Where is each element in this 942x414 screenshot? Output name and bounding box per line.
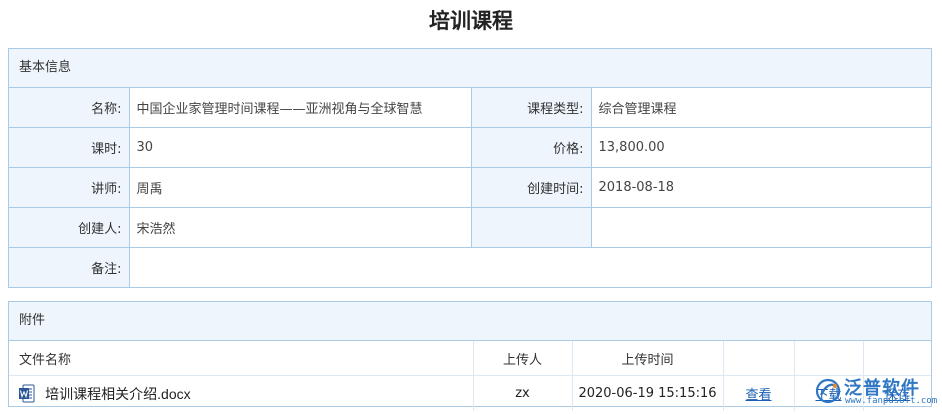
- info-row: 讲师: 周禹 创建时间: 2018-08-18: [9, 167, 931, 208]
- info-row: 备注:: [9, 247, 931, 287]
- column-uploader: 上传人: [473, 341, 573, 376]
- word-doc-icon: [19, 384, 35, 403]
- attachment-header: 附件: [9, 302, 931, 341]
- info-row: 名称: 中国企业家管理时间课程——亚洲视角与全球智慧 课程类型: 综合管理课程: [9, 88, 931, 128]
- created-time-label: 创建时间:: [471, 167, 592, 208]
- course-type-label: 课程类型:: [471, 88, 592, 128]
- download-link[interactable]: 下载: [815, 388, 841, 403]
- info-row: 创建人: 宋浩然: [9, 207, 931, 248]
- hours-value: 30: [129, 127, 472, 168]
- name-value: 中国企业家管理时间课程——亚洲视角与全球智慧: [129, 88, 472, 128]
- page-title: 培训课程: [429, 9, 513, 33]
- creator-value: 宋浩然: [129, 207, 472, 248]
- column-upload-time: 上传时间: [572, 341, 724, 376]
- column-file-name: 文件名称: [9, 341, 474, 376]
- table-row: 培训课程相关介绍.docx zx 2020-06-19 15:15:16 查看 …: [9, 375, 931, 411]
- price-value: 13,800.00: [591, 127, 931, 168]
- basic-info-table: 名称: 中国企业家管理时间课程——亚洲视角与全球智慧 课程类型: 综合管理课程 …: [9, 88, 931, 287]
- basic-info-panel: 基本信息 名称: 中国企业家管理时间课程——亚洲视角与全球智慧 课程类型: 综合…: [8, 48, 932, 288]
- name-label: 名称:: [9, 88, 130, 128]
- basic-info-header: 基本信息: [9, 49, 931, 88]
- lecturer-value: 周禹: [129, 167, 472, 208]
- creator-label: 创建人:: [9, 207, 130, 248]
- attachment-panel: 附件 文件名称 上传人 上传时间 培训课程相关介绍.docx zx 2020-0…: [8, 301, 932, 411]
- file-name[interactable]: 培训课程相关介绍.docx: [45, 386, 190, 402]
- uploader-value: zx: [473, 375, 573, 411]
- file-cell: 培训课程相关介绍.docx: [9, 375, 474, 411]
- view-link[interactable]: 查看: [745, 388, 771, 403]
- lecturer-label: 讲师:: [9, 167, 130, 208]
- column-action-download: [794, 341, 864, 376]
- column-action-save: [863, 341, 931, 376]
- column-action-view: [723, 341, 795, 376]
- remarks-value: [129, 247, 931, 287]
- remarks-label: 备注:: [9, 247, 130, 287]
- attachment-table-header: 文件名称 上传人 上传时间: [9, 341, 931, 376]
- created-time-value: 2018-08-18: [591, 167, 931, 208]
- course-type-value: 综合管理课程: [591, 88, 931, 128]
- upload-time-value: 2020-06-19 15:15:16: [572, 375, 724, 411]
- save-link[interactable]: 保存: [884, 388, 910, 403]
- empty-value: [591, 207, 931, 248]
- hours-label: 课时:: [9, 127, 130, 168]
- price-label: 价格:: [471, 127, 592, 168]
- empty-label: [471, 207, 592, 248]
- info-row: 课时: 30 价格: 13,800.00: [9, 127, 931, 168]
- attachment-table: 文件名称 上传人 上传时间 培训课程相关介绍.docx zx 2020-06-1…: [9, 341, 931, 411]
